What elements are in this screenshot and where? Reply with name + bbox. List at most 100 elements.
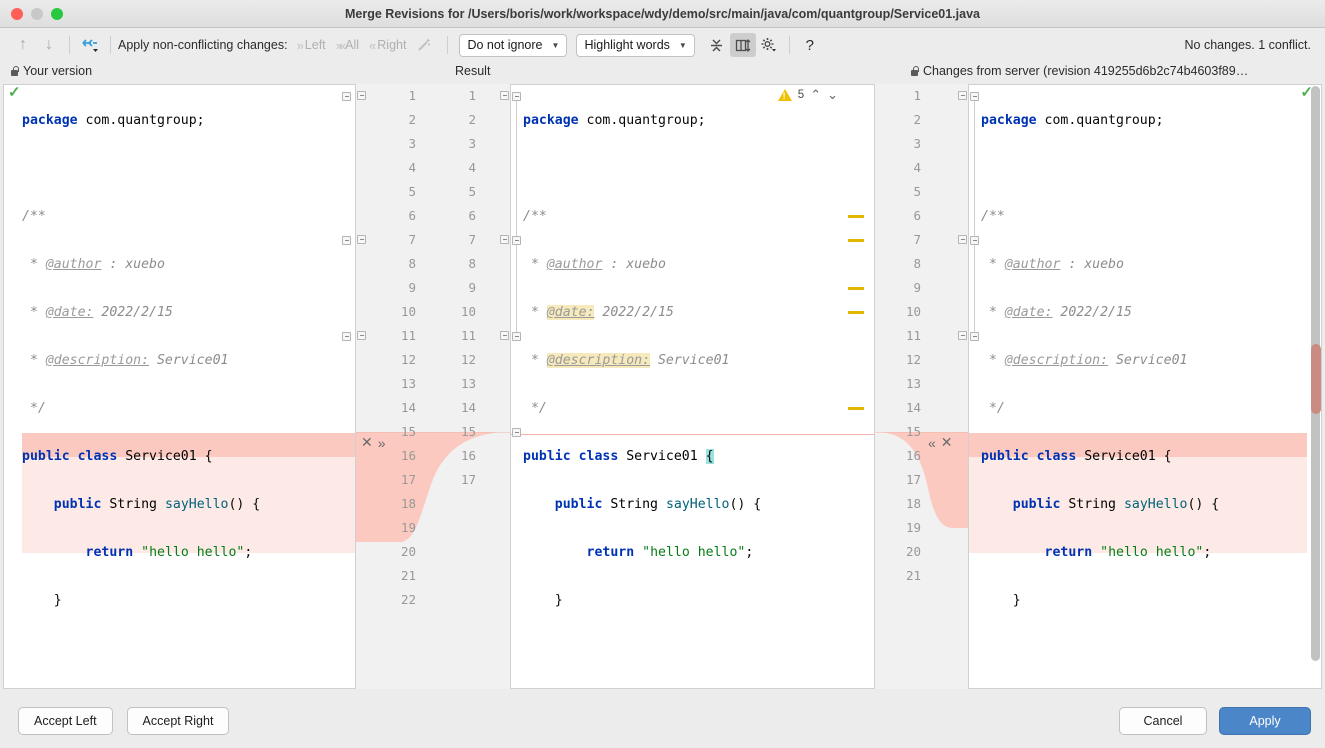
highlight-mode-select[interactable]: Highlight words ▼ [576, 33, 695, 57]
help-icon[interactable]: ? [797, 32, 823, 58]
fold-marker-icon[interactable] [512, 332, 521, 341]
line-number: 2 [913, 112, 921, 127]
code-line: public class Service01 { [22, 449, 213, 464]
line-number: 6 [408, 208, 416, 223]
inspection-mark[interactable] [848, 311, 864, 314]
right-editor-pane[interactable]: ✓ package com.quantgroup; /** * @author … [968, 84, 1322, 689]
code-line: public class Service01 { [981, 449, 1172, 464]
inspection-mark[interactable] [848, 407, 864, 410]
zoom-window-button[interactable] [51, 7, 63, 20]
apply-button[interactable]: Apply [1219, 707, 1311, 735]
result-editor-pane[interactable]: 5 ⌃ ⌄ package com.quantgroup; /** * @aut… [510, 84, 875, 689]
fold-marker-icon[interactable] [342, 236, 351, 245]
line-number: 1 [468, 88, 476, 103]
line-number: 18 [400, 496, 416, 511]
lock-icon [910, 65, 919, 77]
code-line: * @date: 2022/2/15 [523, 305, 674, 320]
inspection-mark[interactable] [848, 287, 864, 290]
line-number: 15 [460, 424, 476, 439]
fold-marker-icon[interactable] [342, 92, 351, 101]
left-pane-title: Your version [23, 64, 93, 78]
fold-marker-icon[interactable] [500, 235, 509, 244]
code-line: * @date: 2022/2/15 [981, 305, 1132, 320]
minimize-window-button[interactable] [31, 7, 43, 20]
inspection-mark[interactable] [848, 239, 864, 242]
line-number: 3 [408, 136, 416, 151]
side-by-side-view-button[interactable] [729, 33, 756, 57]
inspection-mark[interactable] [848, 215, 864, 218]
lock-icon [10, 65, 19, 77]
ignore-policy-value: Do not ignore [467, 38, 543, 52]
fold-marker-icon[interactable] [970, 92, 979, 101]
left-editor-pane[interactable]: ✓ package com.quantgroup; /** * @author … [3, 84, 356, 689]
line-number: 2 [408, 112, 416, 127]
apply-left-button[interactable]: » Left [292, 38, 331, 53]
fold-marker-icon[interactable] [512, 92, 521, 101]
right-line-numbers: 123 456 789 10 11 12 13 14 15 16 17 18 19 20 21 [895, 84, 921, 588]
settings-gear-button[interactable] [756, 33, 782, 57]
accept-right-icon[interactable]: « [928, 435, 936, 451]
fold-marker-icon[interactable] [970, 236, 979, 245]
chevron-down-icon[interactable]: ⌄ [827, 87, 838, 103]
line-number: 2 [468, 112, 476, 127]
code-line: public String sayHello() { [1012, 497, 1220, 512]
collapse-unchanged-button[interactable] [704, 33, 730, 57]
fold-marker-icon[interactable] [958, 235, 967, 244]
reject-left-icon[interactable]: ✕ [361, 434, 373, 451]
accept-left-button[interactable]: Accept Left [18, 707, 113, 735]
right-pane-header: Changes from server (revision 419255d6b2… [910, 64, 1248, 78]
code-line: } [523, 593, 563, 608]
warning-triangle-icon [777, 89, 792, 101]
line-number: 19 [905, 520, 921, 535]
line-number: 5 [408, 184, 416, 199]
fold-marker-icon[interactable] [342, 332, 351, 341]
line-number: 12 [460, 352, 476, 367]
next-difference-icon[interactable]: ↓ [36, 32, 62, 58]
fold-marker-icon[interactable] [512, 236, 521, 245]
right-conflict-actions: « ✕ [928, 434, 953, 451]
fold-marker-icon[interactable] [357, 331, 366, 340]
code-line: public String sayHello() { [554, 497, 762, 512]
fold-marker-icon[interactable] [958, 91, 967, 100]
line-number: 3 [468, 136, 476, 151]
reject-right-icon[interactable]: ✕ [941, 434, 953, 451]
right-pane-title: Changes from server (revision 419255d6b2… [923, 64, 1249, 78]
chevron-right-double-icon: » [296, 37, 304, 53]
line-number: 11 [460, 328, 476, 343]
window-titlebar: Merge Revisions for /Users/boris/work/wo… [0, 0, 1325, 28]
conflict-marker[interactable] [1311, 344, 1321, 414]
fold-marker-icon[interactable] [500, 331, 509, 340]
fold-marker-icon[interactable] [357, 91, 366, 100]
apply-all-button[interactable]: »« All [331, 38, 364, 53]
fold-marker-icon[interactable] [958, 331, 967, 340]
ignore-policy-select[interactable]: Do not ignore ▼ [459, 33, 568, 57]
cancel-button[interactable]: Cancel [1119, 707, 1207, 735]
line-number: 10 [460, 304, 476, 319]
code-line: public String sayHelloWorld() { [523, 685, 874, 688]
line-number: 4 [408, 160, 416, 175]
footer-left-buttons: Accept Left Accept Right [18, 707, 230, 735]
accept-right-button[interactable]: Accept Right [126, 707, 230, 735]
fold-marker-icon[interactable] [970, 332, 979, 341]
magic-wand-icon[interactable] [411, 32, 437, 58]
line-number: 20 [905, 544, 921, 559]
code-line: * @author : xuebo [523, 257, 666, 272]
fold-marker-icon[interactable] [500, 91, 509, 100]
left-conflict-actions: ✕ » [361, 434, 386, 451]
code-line: package com.quantgroup; [981, 113, 1164, 128]
close-window-button[interactable] [11, 7, 23, 20]
highlight-mode-value: Highlight words [584, 38, 670, 52]
apply-right-button[interactable]: « Right [364, 38, 411, 53]
line-number: 15 [905, 424, 921, 439]
line-number: 9 [408, 280, 416, 295]
apply-changes-icon[interactable] [77, 32, 103, 58]
fold-marker-icon[interactable] [512, 428, 521, 437]
line-number: 6 [913, 208, 921, 223]
chevron-up-icon[interactable]: ⌃ [810, 87, 821, 103]
apply-left-label: Left [304, 38, 326, 52]
previous-difference-icon[interactable]: ↑ [10, 32, 36, 58]
fold-marker-icon[interactable] [357, 235, 366, 244]
accept-left-icon[interactable]: » [378, 435, 386, 451]
right-code-text: package com.quantgroup; /** * @author : … [981, 85, 1321, 688]
apply-changes-label: Apply non-conflicting changes: [118, 38, 288, 52]
